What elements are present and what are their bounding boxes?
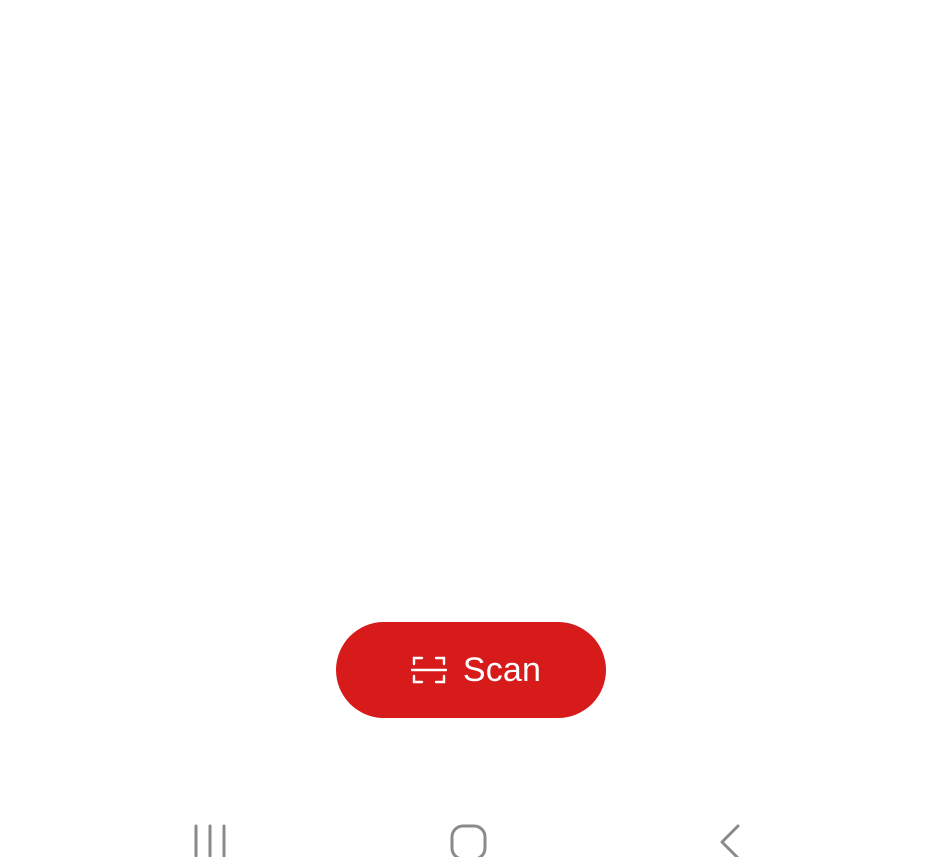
scan-button-label: Scan [462, 651, 542, 689]
back-button[interactable] [708, 820, 758, 857]
back-icon [708, 820, 758, 857]
recents-icon [185, 820, 235, 857]
scan-button[interactable]: Scan [336, 622, 606, 718]
app-screen: Scan [0, 0, 925, 857]
recents-button[interactable] [185, 820, 235, 857]
home-button[interactable] [444, 820, 494, 857]
system-navigation-bar [0, 800, 925, 857]
camera-content-area [0, 0, 925, 600]
home-icon [444, 820, 494, 857]
scan-frame-icon [410, 654, 447, 686]
